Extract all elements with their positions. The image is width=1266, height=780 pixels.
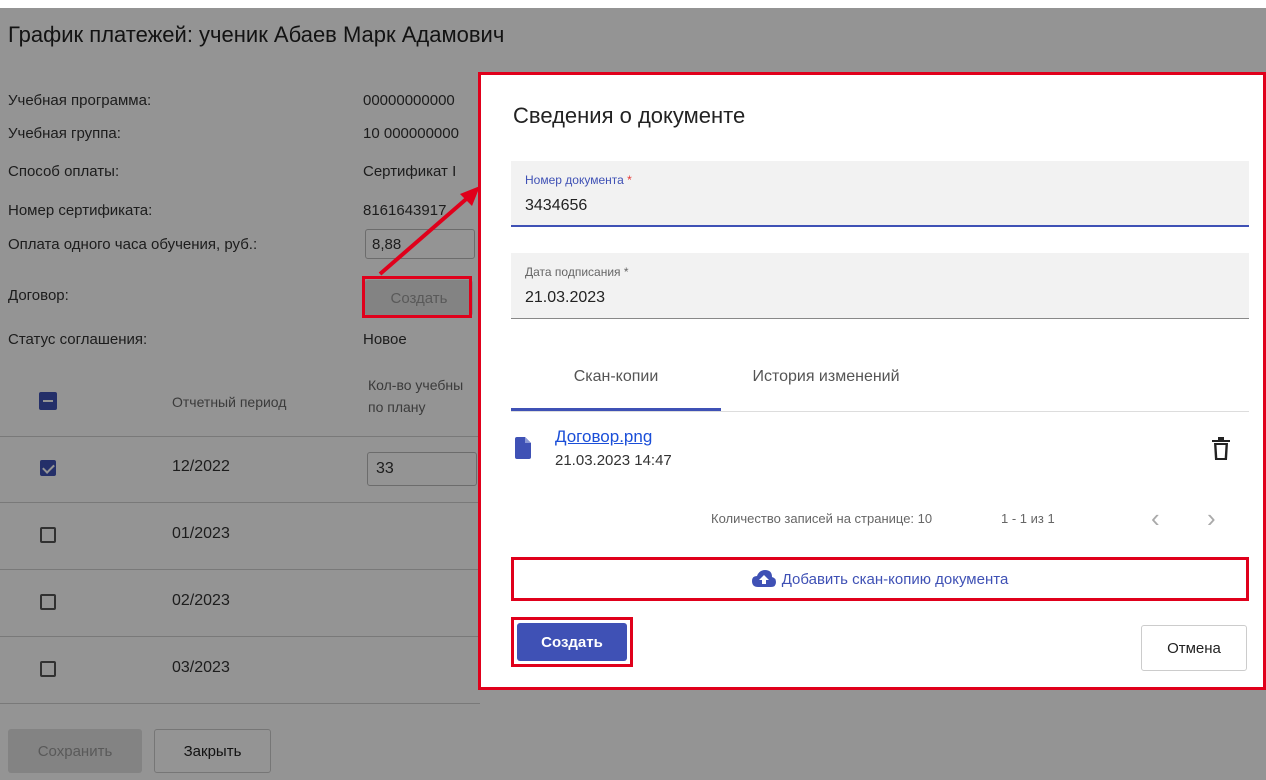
sign-date-label-text: Дата подписания [525, 265, 621, 279]
cancel-button[interactable]: Отмена [1141, 625, 1247, 671]
required-mark: * [623, 265, 629, 279]
doc-number-label-text: Номер документа [525, 173, 624, 187]
tab-change-history[interactable]: История изменений [721, 345, 931, 409]
per-page-label: Количество записей на странице: 10 [711, 511, 933, 526]
dialog-title: Сведения о документе [513, 103, 746, 128]
highlight-box-create-contract [362, 276, 472, 318]
page-range: 1 - 1 из 1 [1001, 511, 1055, 526]
doc-number-label: Номер документа * [525, 173, 632, 187]
sign-date-field[interactable]: Дата подписания * 21.03.2023 [511, 253, 1249, 319]
annotation-arrow-icon [378, 186, 480, 276]
highlight-box-create-button: Создать [511, 617, 633, 667]
sign-date-value: 21.03.2023 [525, 289, 606, 306]
file-date: 21.03.2023 14:47 [555, 452, 672, 469]
doc-number-field[interactable]: Номер документа * 3434656 [511, 161, 1249, 227]
file-icon [515, 437, 531, 459]
create-button[interactable]: Создать [517, 623, 627, 661]
list-item: Договор.png 21.03.2023 14:47 [511, 427, 1249, 477]
file-link[interactable]: Договор.png [555, 427, 652, 447]
next-page-icon[interactable]: › [1207, 503, 1216, 534]
document-dialog: Сведения о документе Номер документа * 3… [478, 72, 1266, 690]
sign-date-label: Дата подписания * [525, 265, 629, 279]
trash-icon[interactable] [1211, 437, 1231, 461]
add-scan-label: Добавить скан-копию документа [781, 570, 1009, 588]
dialog-tabs: Скан-копии История изменений [511, 345, 1249, 412]
cloud-upload-icon [751, 570, 776, 587]
doc-number-value: 3434656 [525, 197, 588, 214]
prev-page-icon[interactable]: ‹ [1151, 503, 1160, 534]
tab-scan-copies[interactable]: Скан-копии [511, 345, 721, 411]
add-scan-button[interactable]: Добавить скан-копию документа [511, 557, 1249, 601]
required-mark: * [627, 173, 632, 187]
